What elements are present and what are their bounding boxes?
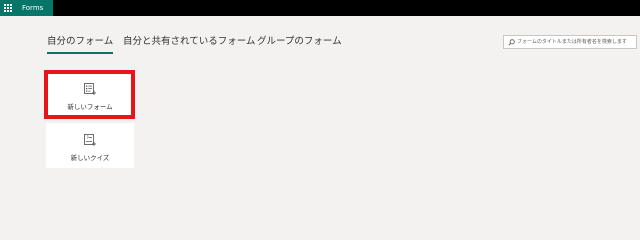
svg-text:?: ?	[86, 135, 89, 141]
tab-shared-with-me[interactable]: 自分と共有されているフォーム	[123, 36, 255, 48]
search-box[interactable]	[503, 35, 637, 49]
new-form-label: 新しいフォーム	[67, 103, 113, 111]
new-form-icon	[84, 83, 96, 95]
new-quiz-label: 新しいクイズ	[70, 154, 110, 162]
tab-my-forms[interactable]: 自分のフォーム	[47, 36, 114, 54]
new-quiz-icon: ?	[84, 134, 96, 146]
new-form-card[interactable]: 新しいフォーム	[46, 72, 134, 117]
new-quiz-card[interactable]: ? 新しいクイズ	[46, 123, 134, 168]
app-title[interactable]: Forms	[16, 0, 53, 16]
search-icon	[508, 38, 515, 46]
app-launcher-button[interactable]	[0, 0, 16, 16]
waffle-icon	[4, 4, 12, 12]
search-input[interactable]	[517, 37, 636, 47]
tab-group-forms[interactable]: グループのフォーム	[257, 36, 342, 48]
top-app-bar: Forms	[0, 0, 640, 16]
